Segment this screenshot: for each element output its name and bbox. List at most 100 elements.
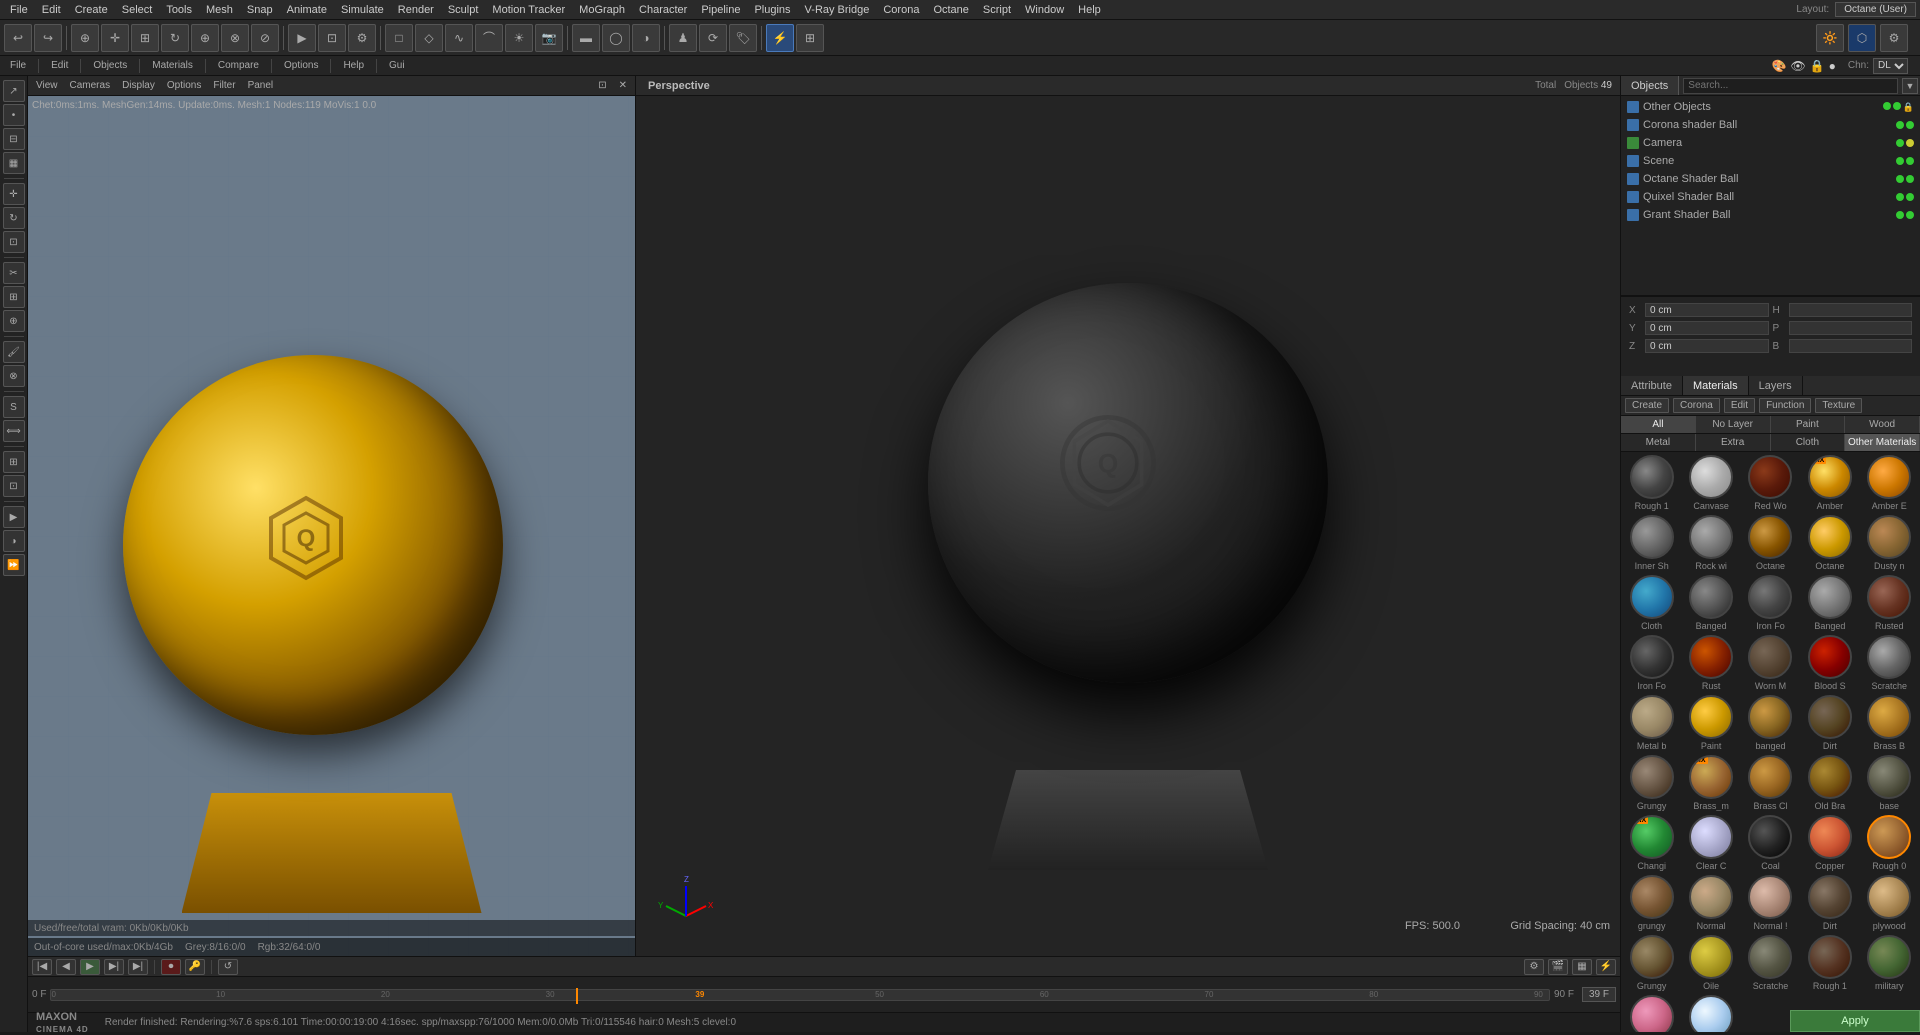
- menu-mesh[interactable]: Mesh: [200, 2, 239, 18]
- x-value[interactable]: 0 cm: [1645, 303, 1769, 317]
- floor-btn[interactable]: ▬: [572, 24, 600, 52]
- lt-move[interactable]: ✛: [3, 183, 25, 205]
- obj-tab[interactable]: Objects: [1621, 76, 1679, 95]
- vp-left-view-btn[interactable]: View: [32, 79, 62, 92]
- mat-edit-btn[interactable]: Edit: [1724, 398, 1755, 413]
- h-value[interactable]: [1789, 303, 1913, 317]
- menu-script[interactable]: Script: [977, 2, 1017, 18]
- mat-item-28[interactable]: Old Bra: [1801, 754, 1858, 812]
- menu-plugins[interactable]: Plugins: [748, 2, 796, 18]
- mat-subcat-cloth[interactable]: Cloth: [1771, 434, 1846, 451]
- mat-cat-all[interactable]: All: [1621, 416, 1696, 433]
- t2-options[interactable]: Options: [278, 59, 324, 72]
- menu-pipeline[interactable]: Pipeline: [695, 2, 746, 18]
- tl-octane-btn[interactable]: ⚡: [1596, 959, 1616, 975]
- obj-item-camera[interactable]: Camera: [1623, 134, 1918, 152]
- mat-subcat-extra[interactable]: Extra: [1696, 434, 1771, 451]
- lt-anim[interactable]: ⏩: [3, 554, 25, 576]
- mat-item-46[interactable]: Ice: [1682, 994, 1739, 1032]
- lt-edge[interactable]: ⊟: [3, 128, 25, 150]
- tl-key-btn[interactable]: 🔑: [185, 959, 205, 975]
- tab-materials[interactable]: Materials: [1683, 376, 1749, 395]
- mat-item-20[interactable]: Metal b: [1623, 694, 1680, 752]
- material-btn[interactable]: ◑: [632, 24, 660, 52]
- scale-btn[interactable]: ⊞: [131, 24, 159, 52]
- mat-item-7[interactable]: Octane: [1742, 514, 1799, 572]
- vp-left-filter-btn[interactable]: Filter: [209, 79, 239, 92]
- menu-sculpt[interactable]: Sculpt: [442, 2, 485, 18]
- mat-item-25[interactable]: Grungy: [1623, 754, 1680, 812]
- mat-item-11[interactable]: Banged: [1682, 574, 1739, 632]
- menu-tools[interactable]: Tools: [160, 2, 198, 18]
- camera-btn[interactable]: 📷: [535, 24, 563, 52]
- obj-item-quixel-shader[interactable]: Quixel Shader Ball: [1623, 188, 1918, 206]
- light-btn[interactable]: ☀: [505, 24, 533, 52]
- nurbs-btn[interactable]: ◇: [415, 24, 443, 52]
- redo-btn[interactable]: ↪: [34, 24, 62, 52]
- menu-create[interactable]: Create: [69, 2, 114, 18]
- mat-item-41[interactable]: Oile: [1682, 934, 1739, 992]
- render-settings-btn[interactable]: ⚙: [348, 24, 376, 52]
- mat-texture-btn[interactable]: Texture: [1815, 398, 1862, 413]
- mat-cat-paint[interactable]: Paint: [1771, 416, 1846, 433]
- create-btn[interactable]: ⊕: [191, 24, 219, 52]
- mat-item-26[interactable]: MIXBrass_m: [1682, 754, 1739, 812]
- mat-item-36[interactable]: Normal: [1682, 874, 1739, 932]
- menu-vray[interactable]: V-Ray Bridge: [799, 2, 876, 18]
- t2-help[interactable]: Help: [337, 59, 370, 72]
- mat-item-34[interactable]: Rough 0: [1861, 814, 1918, 872]
- apply-button[interactable]: Apply: [1790, 1010, 1920, 1032]
- menu-motiontracker[interactable]: Motion Tracker: [486, 2, 571, 18]
- tl-track[interactable]: 0 10 20 30 39 50 60 70 80 90: [50, 989, 1550, 1001]
- settings-icon[interactable]: ⚙: [1880, 24, 1908, 52]
- mat-item-39[interactable]: plywood: [1861, 874, 1918, 932]
- y-value[interactable]: 0 cm: [1645, 321, 1769, 335]
- obj-item-other-objects[interactable]: Other Objects 🔒: [1623, 98, 1918, 116]
- tab-layers[interactable]: Layers: [1749, 376, 1803, 395]
- lt-paint[interactable]: 🖌: [3, 341, 25, 363]
- menu-animate[interactable]: Animate: [281, 2, 333, 18]
- mat-item-16[interactable]: Rust: [1682, 634, 1739, 692]
- mat-item-32[interactable]: Coal: [1742, 814, 1799, 872]
- lt-snap[interactable]: ⊡: [3, 475, 25, 497]
- menu-file[interactable]: File: [4, 2, 34, 18]
- lt-render[interactable]: ▶: [3, 506, 25, 528]
- mat-item-6[interactable]: Rock wi: [1682, 514, 1739, 572]
- lt-bridge[interactable]: ⊞: [3, 286, 25, 308]
- cube-btn[interactable]: □: [385, 24, 413, 52]
- tl-start-btn[interactable]: |◀: [32, 959, 52, 975]
- lt-point[interactable]: •: [3, 104, 25, 126]
- viewport-left[interactable]: View Cameras Display Options Filter Pane…: [28, 76, 636, 956]
- lt-floor[interactable]: S: [3, 396, 25, 418]
- t2-objects[interactable]: Objects: [87, 59, 133, 72]
- mat-item-44[interactable]: military: [1861, 934, 1918, 992]
- mat-item-21[interactable]: Paint: [1682, 694, 1739, 752]
- lt-knife[interactable]: ✂: [3, 262, 25, 284]
- lt-extrude[interactable]: ⊕: [3, 310, 25, 332]
- mat-item-18[interactable]: Blood S: [1801, 634, 1858, 692]
- tag-btn[interactable]: 🏷: [729, 24, 757, 52]
- lt-scale[interactable]: ⊡: [3, 231, 25, 253]
- render-region-btn[interactable]: ⊡: [318, 24, 346, 52]
- mat-item-45[interactable]: Rose Gc: [1623, 994, 1680, 1032]
- coord-btn[interactable]: ⊘: [251, 24, 279, 52]
- vp-left-display-btn[interactable]: Display: [118, 79, 159, 92]
- obj-filter-btn[interactable]: ▼: [1902, 78, 1918, 94]
- mat-item-38[interactable]: Dirt: [1801, 874, 1858, 932]
- vp-right-content[interactable]: Q X Y Z FPS: 500.0 Grid Sp: [636, 96, 1620, 956]
- menu-help[interactable]: Help: [1072, 2, 1107, 18]
- mat-item-2[interactable]: Red Wo: [1742, 454, 1799, 512]
- menu-window[interactable]: Window: [1019, 2, 1070, 18]
- vp-left-content[interactable]: Q Chet:0ms:1ms. MeshGen:14ms. Update:0ms…: [28, 96, 635, 956]
- mat-item-17[interactable]: Worn M: [1742, 634, 1799, 692]
- obj-item-scene[interactable]: Scene: [1623, 152, 1918, 170]
- menu-corona[interactable]: Corona: [877, 2, 925, 18]
- tl-loop-btn[interactable]: ↺: [218, 959, 238, 975]
- mat-item-4[interactable]: Amber E: [1861, 454, 1918, 512]
- vp-left-fullscreen-btn[interactable]: ⊡: [594, 79, 610, 92]
- tl-current-frame[interactable]: 39 F: [1582, 987, 1616, 1002]
- mat-item-15[interactable]: Iron Fo: [1623, 634, 1680, 692]
- mat-create-btn[interactable]: Create: [1625, 398, 1669, 413]
- mat-item-9[interactable]: Dusty n: [1861, 514, 1918, 572]
- obj-item-corona-shader[interactable]: Corona shader Ball: [1623, 116, 1918, 134]
